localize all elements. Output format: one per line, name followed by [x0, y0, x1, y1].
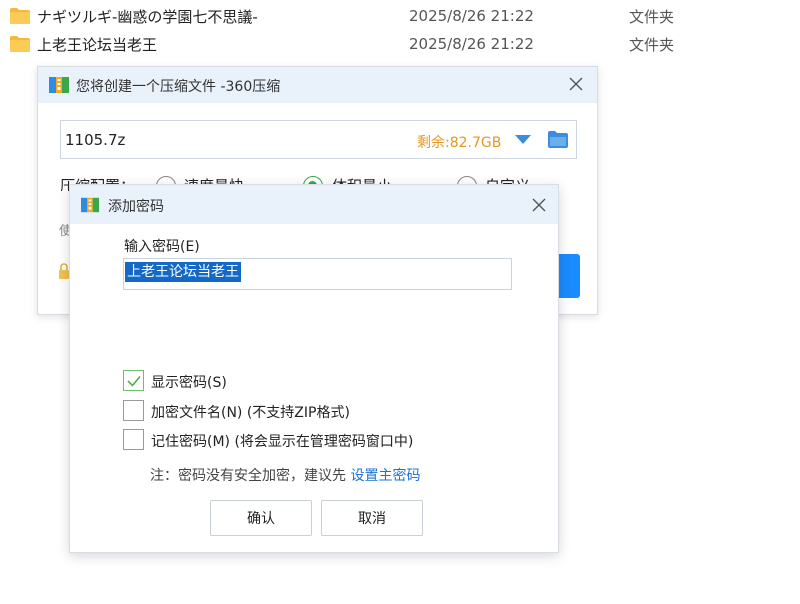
close-icon: [569, 77, 583, 91]
folder-icon: [10, 36, 30, 52]
file-row[interactable]: ナギツルギ-幽惑の学園七不思議- 2025/8/26 21:22 文件夹: [0, 2, 800, 30]
lock-icon[interactable]: [59, 263, 69, 279]
dialog-title: 您将创建一个压缩文件 -360压缩: [76, 79, 281, 95]
compress-dialog-titlebar[interactable]: 您将创建一个压缩文件 -360压缩: [38, 67, 597, 103]
encrypt-filenames-label: 加密文件名(N) (不支持ZIP格式): [151, 405, 350, 421]
security-note: 注：密码没有安全加密，建议先 设置主密码: [150, 465, 420, 485]
confirm-button[interactable]: 确认: [210, 500, 312, 536]
password-input[interactable]: 上老王论坛当老王: [123, 258, 512, 290]
output-path-field[interactable]: 1105.7z 剩余:82.7GB: [60, 120, 577, 159]
encrypt-filenames-option[interactable]: 加密文件名(N) (不支持ZIP格式): [123, 400, 543, 424]
folder-icon: [10, 8, 30, 24]
close-icon: [532, 198, 546, 212]
show-password-option[interactable]: 显示密码(S): [123, 370, 543, 394]
dialog-title: 添加密码: [108, 199, 164, 215]
close-button[interactable]: [565, 73, 587, 95]
cancel-button[interactable]: 取消: [321, 500, 423, 536]
remember-password-option[interactable]: 记住密码(M) (将会显示在管理密码窗口中): [123, 429, 543, 453]
note-text: 注：密码没有安全加密，建议先: [150, 468, 351, 484]
app-360zip-icon: [49, 77, 69, 93]
checkmark-icon: [127, 375, 141, 387]
chevron-down-icon[interactable]: [514, 134, 532, 146]
file-type: 文件夹: [629, 35, 675, 54]
file-date: 2025/8/26 21:22: [409, 7, 534, 25]
set-master-password-link[interactable]: 设置主密码: [350, 468, 420, 484]
remember-password-label: 记住密码(M) (将会显示在管理密码窗口中): [151, 434, 414, 450]
password-dialog-titlebar[interactable]: 添加密码: [70, 185, 558, 224]
folder-browse-icon[interactable]: [548, 131, 568, 148]
free-space-label: 剩余:82.7GB: [417, 135, 502, 151]
start-compress-button[interactable]: [558, 254, 580, 298]
encrypt-filenames-checkbox[interactable]: [123, 400, 144, 421]
file-name: 上老王论坛当老王: [37, 35, 158, 54]
file-date: 2025/8/26 21:22: [409, 35, 534, 53]
close-button[interactable]: [528, 194, 550, 216]
file-name: ナギツルギ-幽惑の学園七不思議-: [37, 7, 258, 26]
app-360zip-icon: [81, 197, 99, 213]
file-type: 文件夹: [629, 7, 675, 26]
file-row[interactable]: 上老王论坛当老王 2025/8/26 21:22 文件夹: [0, 30, 800, 58]
add-password-dialog: 添加密码 输入密码(E) 上老王论坛当老王 显示密码(S) 加密文件名(N) (…: [69, 184, 559, 553]
show-password-label: 显示密码(S): [151, 375, 227, 391]
show-password-checkbox[interactable]: [123, 370, 144, 391]
password-value: 上老王论坛当老王: [125, 262, 241, 282]
password-input-label: 输入密码(E): [124, 239, 200, 255]
output-path-text: 1105.7z: [65, 131, 126, 149]
remember-password-checkbox[interactable]: [123, 429, 144, 450]
